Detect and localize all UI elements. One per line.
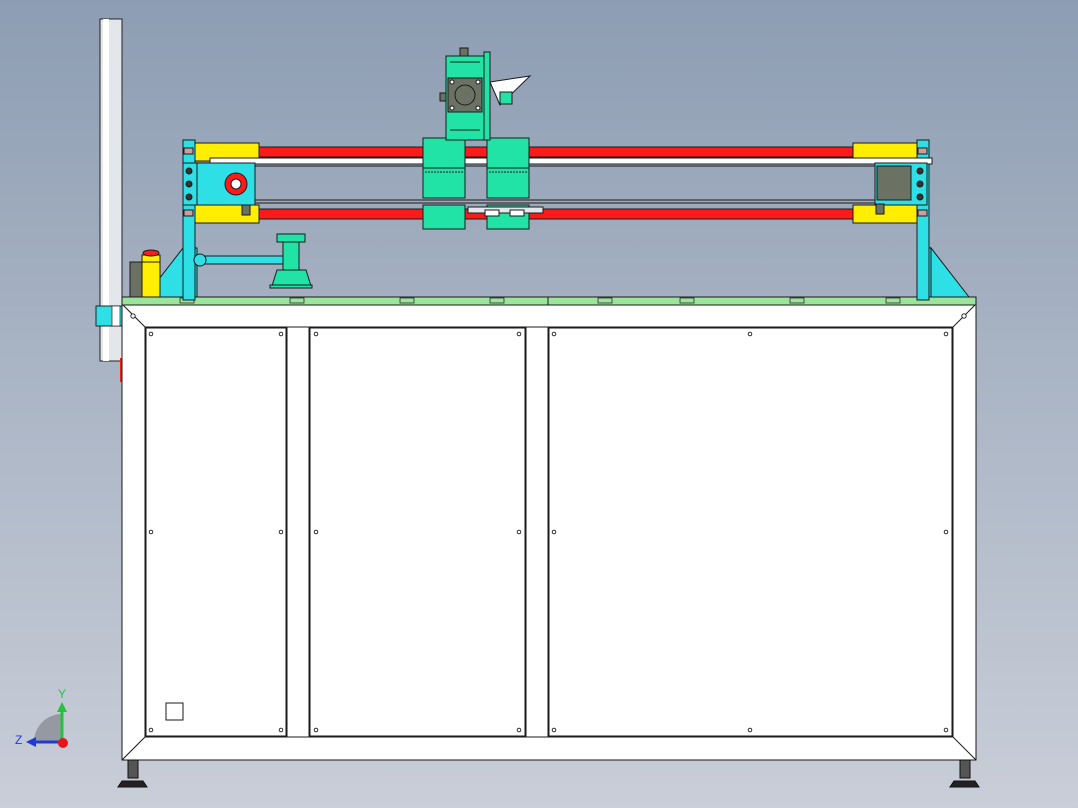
y-axis-label: Y bbox=[58, 687, 67, 701]
origin-dot bbox=[58, 738, 68, 748]
y-axis-arrow bbox=[57, 702, 67, 712]
z-axis-label: Z bbox=[15, 733, 23, 747]
emergency-stop-box bbox=[129, 249, 161, 298]
sensor-arm bbox=[193, 233, 313, 289]
base-plate bbox=[121, 296, 977, 306]
machine-drawing bbox=[26, 18, 980, 788]
panel-middle bbox=[309, 327, 526, 737]
panel-label-box bbox=[165, 702, 184, 721]
guide-bar bbox=[209, 157, 933, 204]
cabinet-panels bbox=[145, 327, 953, 737]
z-axis-arrow bbox=[26, 737, 36, 747]
vertical-pillar bbox=[95, 18, 125, 382]
cad-viewport[interactable]: Y Z bbox=[0, 0, 1078, 808]
view-triad bbox=[26, 702, 68, 748]
gusset-brackets bbox=[143, 246, 971, 298]
panel-right bbox=[548, 327, 953, 737]
leveling-feet bbox=[117, 759, 980, 788]
panel-left bbox=[145, 327, 287, 737]
stepper-motor-assembly bbox=[439, 47, 532, 141]
